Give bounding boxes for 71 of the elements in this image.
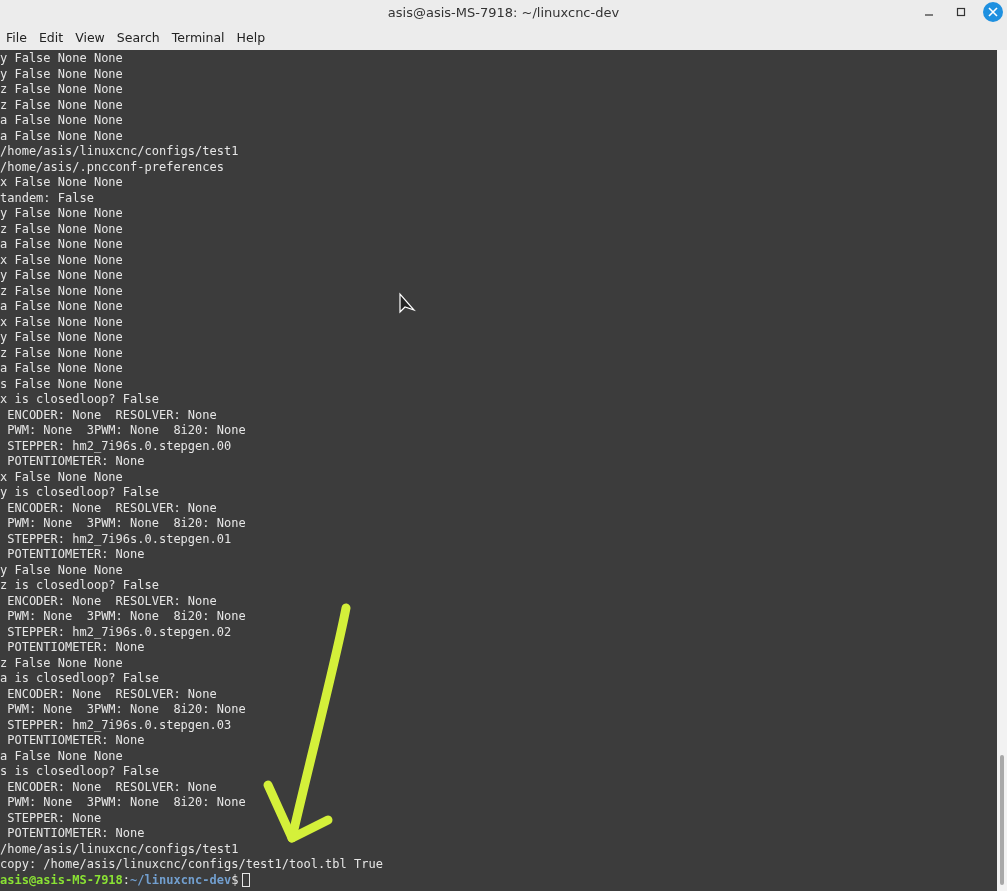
output-line: ENCODER: None RESOLVER: None — [6, 686, 217, 702]
menu-item[interactable]: Help — [230, 29, 272, 45]
scrollbar[interactable] — [997, 50, 1007, 891]
output-line: a False None None — [0, 299, 123, 315]
output-line: ENCODER: None RESOLVER: None — [6, 407, 217, 423]
menu-item[interactable]: Edit — [32, 29, 70, 45]
prompt-symbol: $ — [231, 872, 239, 888]
output-line: PWM: None 3PWM: None 8i20: None — [6, 516, 246, 532]
output-line: POTENTIOMETER: None — [6, 733, 145, 749]
output-line: z False None None — [0, 82, 123, 98]
output-line: y False None None — [0, 268, 123, 284]
output-line: y False None None — [0, 330, 123, 346]
mouse-pointer-icon — [399, 292, 416, 314]
output-line: x is closedloop? False — [0, 392, 159, 408]
output-line: x False None None — [0, 314, 123, 330]
text-cursor — [242, 873, 251, 888]
output-line: y is closedloop? False — [0, 485, 159, 501]
output-line: a False None None — [0, 361, 123, 377]
output-line: s False None None — [0, 376, 123, 392]
prompt-user-host: asis@asis-MS-7918 — [0, 872, 123, 888]
output-line: POTENTIOMETER: None — [6, 826, 145, 842]
output-line: a False None None — [0, 128, 123, 144]
output-line: /home/asis/.pncconf-preferences — [0, 159, 224, 175]
output-line: z False None None — [0, 283, 123, 299]
output-line: x False None None — [0, 175, 123, 191]
output-line: y False None None — [0, 51, 123, 67]
output-line: PWM: None 3PWM: None 8i20: None — [6, 423, 246, 439]
output-line: PWM: None 3PWM: None 8i20: None — [6, 609, 246, 625]
output-line: x False None None — [0, 469, 123, 485]
output-line: z False None None — [0, 97, 123, 113]
window-title: asis@asis-MS-7918: ~/linuxcnc-dev — [387, 4, 620, 20]
output-line: a False None None — [0, 748, 123, 764]
output-line: /home/asis/linuxcnc/configs/test1 — [0, 841, 239, 857]
output-line: s is closedloop? False — [0, 764, 159, 780]
output-line: a False None None — [0, 237, 123, 253]
output-line: ENCODER: None RESOLVER: None — [6, 593, 217, 609]
output-line: z is closedloop? False — [0, 578, 159, 594]
maximize-icon[interactable] — [956, 7, 966, 17]
output-line: POTENTIOMETER: None — [6, 547, 145, 563]
output-line: STEPPER: hm2_7i96s.0.stepgen.01 — [6, 531, 232, 547]
prompt-separator: : — [122, 872, 131, 888]
output-line: STEPPER: None — [6, 810, 102, 826]
output-line: STEPPER: hm2_7i96s.0.stepgen.00 — [6, 438, 232, 454]
output-line: a False None None — [0, 113, 123, 129]
output-line: copy: /home/asis/linuxcnc/configs/test1/tool.tbl True — [0, 857, 383, 873]
menu-item[interactable]: Search — [110, 29, 166, 45]
output-line: POTENTIOMETER: None — [6, 454, 145, 470]
output-line: y False None None — [0, 206, 123, 222]
close-button[interactable] — [983, 2, 1003, 22]
close-icon[interactable] — [988, 7, 998, 17]
output-line: POTENTIOMETER: None — [6, 640, 145, 656]
scrollbar-thumb[interactable] — [1000, 755, 1004, 885]
output-line: STEPPER: hm2_7i96s.0.stepgen.03 — [6, 717, 232, 733]
output-line: y False None None — [0, 562, 123, 578]
output-line: PWM: None 3PWM: None 8i20: None — [6, 702, 246, 718]
output-line: STEPPER: hm2_7i96s.0.stepgen.02 — [6, 624, 232, 640]
output-line: ENCODER: None RESOLVER: None — [6, 500, 217, 516]
menu-item[interactable]: View — [69, 29, 111, 45]
output-line: y False None None — [0, 66, 123, 82]
output-line: z False None None — [0, 221, 123, 237]
output-line: z False None None — [0, 345, 123, 361]
output-line: ENCODER: None RESOLVER: None — [6, 779, 217, 795]
menu-item[interactable]: File — [0, 29, 33, 45]
menu-item[interactable]: Terminal — [165, 29, 231, 45]
output-line: z False None None — [0, 655, 123, 671]
output-line: x False None None — [0, 252, 123, 268]
output-line: /home/asis/linuxcnc/configs/test1 — [0, 144, 239, 160]
output-line: PWM: None 3PWM: None 8i20: None — [6, 795, 246, 811]
output-line: a is closedloop? False — [0, 671, 159, 687]
output-line: tandem: False — [0, 190, 94, 206]
prompt-path: ~/linuxcnc-dev — [130, 872, 232, 888]
